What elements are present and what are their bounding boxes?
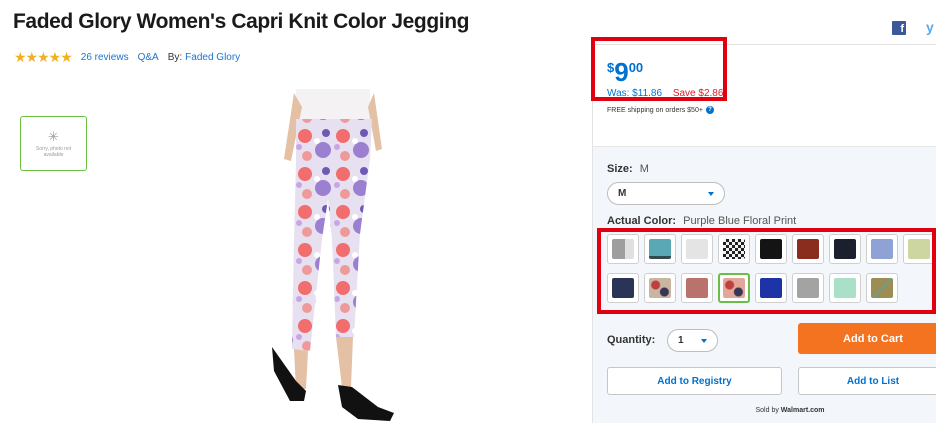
color-swatch[interactable] bbox=[644, 273, 676, 303]
color-swatch[interactable] bbox=[718, 273, 750, 303]
color-swatch[interactable] bbox=[903, 234, 935, 264]
facebook-icon[interactable]: f bbox=[892, 21, 906, 35]
swatch-fill bbox=[797, 239, 819, 259]
color-swatch[interactable] bbox=[681, 234, 713, 264]
color-swatch[interactable] bbox=[866, 234, 898, 264]
options-section: Size: M M Actual Color: Purple Blue Flor… bbox=[593, 147, 936, 423]
chevron-down-icon bbox=[708, 192, 714, 196]
swatch-fill bbox=[834, 239, 856, 259]
swatch-fill bbox=[908, 239, 930, 259]
shipping-note: FREE shipping on orders $50+ ? bbox=[607, 106, 714, 114]
price-currency: $ bbox=[607, 60, 615, 75]
quantity-select[interactable]: 1 bbox=[667, 329, 718, 352]
quantity-label: Quantity: bbox=[607, 334, 656, 346]
price-section: $900 Was: $11.86 Save $2.86 FREE shippin… bbox=[593, 45, 936, 147]
swatch-fill bbox=[760, 239, 782, 259]
chevron-down-icon bbox=[701, 339, 707, 343]
price-cents: 00 bbox=[628, 60, 644, 75]
color-swatch[interactable] bbox=[792, 273, 824, 303]
swatch-fill bbox=[797, 278, 819, 298]
swatch-fill bbox=[612, 278, 634, 298]
product-image[interactable] bbox=[258, 89, 414, 423]
color-value: Purple Blue Floral Print bbox=[683, 215, 797, 227]
size-select[interactable]: M bbox=[607, 182, 725, 205]
color-swatch[interactable] bbox=[829, 234, 861, 264]
price-dollars: 9 bbox=[614, 57, 629, 87]
size-label: Size: bbox=[607, 163, 633, 175]
qa-link[interactable]: Q&A bbox=[138, 52, 159, 63]
color-swatch[interactable] bbox=[755, 234, 787, 264]
color-swatch[interactable] bbox=[866, 273, 898, 303]
image-thumbnail[interactable]: ✳ Sorry, photo not available bbox=[20, 116, 87, 171]
was-price-row: Was: $11.86 Save $2.86 bbox=[607, 88, 723, 99]
swatch-fill bbox=[649, 239, 671, 259]
color-swatch[interactable] bbox=[681, 273, 713, 303]
swatch-fill bbox=[686, 239, 708, 259]
walmart-spark-icon: ✳ bbox=[48, 128, 59, 144]
thumbnail-unavailable-text: Sorry, photo not available bbox=[35, 145, 72, 158]
add-to-list-button[interactable]: Add to List bbox=[798, 367, 936, 395]
size-value: M bbox=[639, 163, 649, 175]
color-label-row: Actual Color: Purple Blue Floral Print bbox=[607, 215, 796, 227]
product-title: Faded Glory Women's Capri Knit Color Jeg… bbox=[13, 10, 470, 33]
color-swatch[interactable] bbox=[607, 273, 639, 303]
reviews-link[interactable]: 26 reviews bbox=[81, 52, 129, 63]
current-price: $900 bbox=[607, 59, 643, 86]
was-price: Was: $11.86 bbox=[607, 88, 663, 99]
color-swatch[interactable] bbox=[792, 234, 824, 264]
swatch-fill bbox=[723, 278, 745, 298]
buy-box: $900 Was: $11.86 Save $2.86 FREE shippin… bbox=[592, 44, 936, 423]
rating-row: ★★★★★ 26 reviews Q&A By: Faded Glory bbox=[14, 49, 249, 66]
add-to-cart-button[interactable]: Add to Cart bbox=[798, 323, 936, 354]
size-select-value: M bbox=[618, 188, 627, 199]
by-label: By: bbox=[167, 52, 183, 63]
color-label: Actual Color: bbox=[607, 215, 677, 227]
rating-stars[interactable]: ★★★★★ bbox=[14, 49, 73, 66]
twitter-icon[interactable]: y bbox=[926, 19, 934, 35]
size-label-row: Size: M bbox=[607, 163, 649, 175]
swatch-fill bbox=[649, 278, 671, 298]
brand-link[interactable]: Faded Glory bbox=[185, 52, 240, 63]
color-swatch[interactable] bbox=[644, 234, 676, 264]
quantity-value: 1 bbox=[678, 335, 684, 346]
swatch-fill bbox=[834, 278, 856, 298]
sold-by: Sold by Walmart.com bbox=[593, 407, 936, 414]
swatch-fill bbox=[612, 239, 634, 259]
swatch-fill bbox=[760, 278, 782, 298]
swatch-fill bbox=[871, 278, 893, 298]
sold-by-seller[interactable]: Walmart.com bbox=[781, 407, 825, 414]
add-to-registry-button[interactable]: Add to Registry bbox=[607, 367, 782, 395]
color-swatch[interactable] bbox=[829, 273, 861, 303]
swatch-fill bbox=[686, 278, 708, 298]
save-amount: Save $2.86 bbox=[672, 88, 724, 99]
info-icon[interactable]: ? bbox=[705, 106, 714, 114]
color-swatch[interactable] bbox=[755, 273, 787, 303]
sold-by-prefix: Sold by bbox=[755, 407, 779, 414]
color-swatch[interactable] bbox=[607, 234, 639, 264]
color-swatch[interactable] bbox=[718, 234, 750, 264]
shipping-text: FREE shipping on orders $50+ bbox=[607, 106, 703, 114]
swatch-fill bbox=[871, 239, 893, 259]
swatch-fill bbox=[723, 239, 745, 259]
